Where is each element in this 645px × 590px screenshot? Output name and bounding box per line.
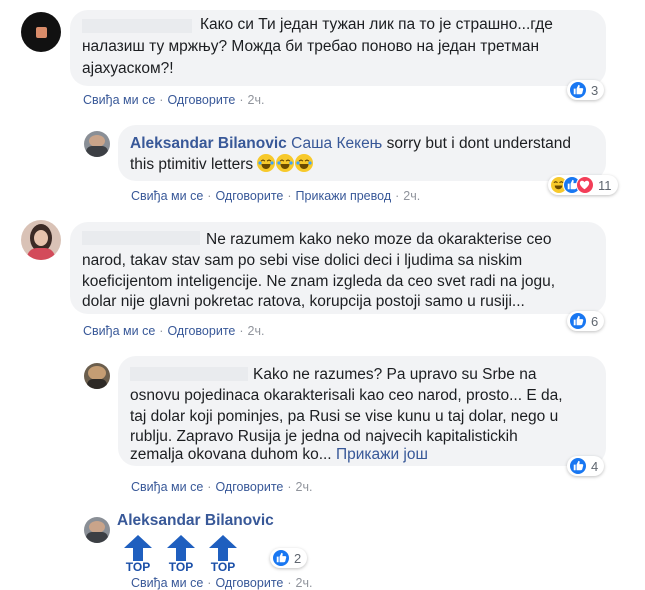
redacted-author [82,231,200,245]
sticker-label: TOP [168,560,194,574]
comment-text: zemalja okovana duhom ko... [130,446,332,463]
reactions-number: 11 [598,177,612,193]
reactions-number: 4 [591,458,599,474]
reactions-count[interactable]: 6 [567,311,605,331]
up-arrow-icon [167,535,195,561]
reactions-count[interactable]: 4 [567,456,605,476]
love-reaction-icon [576,176,594,194]
comment-text: sorry but i dont understand [382,135,571,152]
mention-link[interactable]: Саша Кекењ [291,135,382,152]
comment-bubble: Како си Ти један тужан лик па то је стра… [70,10,606,86]
redacted-author [82,19,192,33]
like-link[interactable]: Свиђа ми се [131,576,203,590]
comment-actions: Свиђа ми се · Одговорите · 2ч. [83,324,265,338]
sticker-label: TOP [210,560,236,574]
sticker-label: TOP [125,560,151,574]
comment-text: dolar nije glavni pokretac ratova, korup… [82,293,525,310]
like-icon [569,312,587,330]
see-more-link[interactable]: Прикажи још [336,446,428,463]
top-sticker: TOP [124,535,152,577]
reply-link[interactable]: Одговорите [215,480,283,494]
comment-text: taj dolar koji pominjes, pa Rusi se vise… [130,408,559,425]
top-sticker: TOP [209,535,237,577]
reply-bubble: Aleksandar Bilanovic Саша Кекењ sorry bu… [118,125,606,181]
reactions-count[interactable]: 11 [548,175,618,195]
avatar[interactable] [84,131,110,157]
comment-text: Како си Ти један тужан лик па то је стра… [200,16,553,33]
redacted-author [130,367,248,381]
comment-text: this ptimitiv letters [130,156,254,173]
avatar[interactable] [84,363,110,389]
like-link[interactable]: Свиђа ми се [83,324,155,338]
like-icon [569,457,587,475]
translate-link[interactable]: Прикажи превод [296,189,392,203]
top-sticker: TOP [167,535,195,577]
comment-text: osnovu pojedinaca okarakterisali kao ceo… [130,387,563,404]
comment-text: rublju. Zapravo Rusija je jedna od najve… [130,428,518,445]
avatar[interactable] [21,12,61,52]
like-link[interactable]: Свиђа ми се [131,189,203,203]
laughing-emoji-icon [276,154,295,172]
comment-text: narod, takav stav sam po sebi vise dolic… [82,252,523,269]
timestamp[interactable]: 2ч. [248,93,265,107]
reactions-number: 6 [591,313,599,329]
reply-link[interactable]: Одговорите [167,93,235,107]
comment-actions: Свиђа ми се · Одговорите · 2ч. [83,93,265,107]
like-icon [272,549,290,567]
comment-text: налазиш ту мржњу? Можда би требао поново… [82,38,540,55]
laughing-emoji-icon [257,154,276,172]
reactions-number: 3 [591,82,599,98]
reply-bubble: Kako ne razumes? Pa upravo su Srbe na os… [118,356,606,466]
reactions-number: 2 [294,550,302,566]
comment-actions: Свиђа ми се · Одговорите · Прикажи превод · 2ч… [131,189,421,203]
comment-bubble: Ne razumem kako neko moze da okarakteris… [70,222,606,314]
comment-text: koeficijentom inteligencije. Ne znam izg… [82,273,556,290]
comment-text: Ne razumem kako neko moze da okarakteris… [206,231,552,248]
timestamp[interactable]: 2ч. [248,324,265,338]
laughing-emoji-icon [295,154,314,172]
reply-link[interactable]: Одговорите [215,189,283,203]
avatar[interactable] [84,517,110,543]
reply-link[interactable]: Одговорите [167,324,235,338]
avatar[interactable] [21,220,61,260]
like-icon [569,81,587,99]
like-link[interactable]: Свиђа ми се [131,480,203,494]
author-name[interactable]: Aleksandar Bilanovic [117,512,274,530]
up-arrow-icon [209,535,237,561]
timestamp[interactable]: 2ч. [296,576,313,590]
reactions-count[interactable]: 3 [567,80,605,100]
like-link[interactable]: Свиђа ми се [83,93,155,107]
comment-actions: Свиђа ми се · Одговорите · 2ч. [131,480,313,494]
author-name[interactable]: Aleksandar Bilanovic [130,135,287,152]
comment-actions: Свиђа ми се · Одговорите · 2ч. [131,576,313,590]
reactions-count[interactable]: 2 [270,548,308,568]
timestamp[interactable]: 2ч. [403,189,420,203]
timestamp[interactable]: 2ч. [296,480,313,494]
comment-text: Kako ne razumes? Pa upravo su Srbe na [253,366,537,383]
comment-text: ајахуаском?! [82,60,174,77]
reply-link[interactable]: Одговорите [215,576,283,590]
up-arrow-icon [124,535,152,561]
